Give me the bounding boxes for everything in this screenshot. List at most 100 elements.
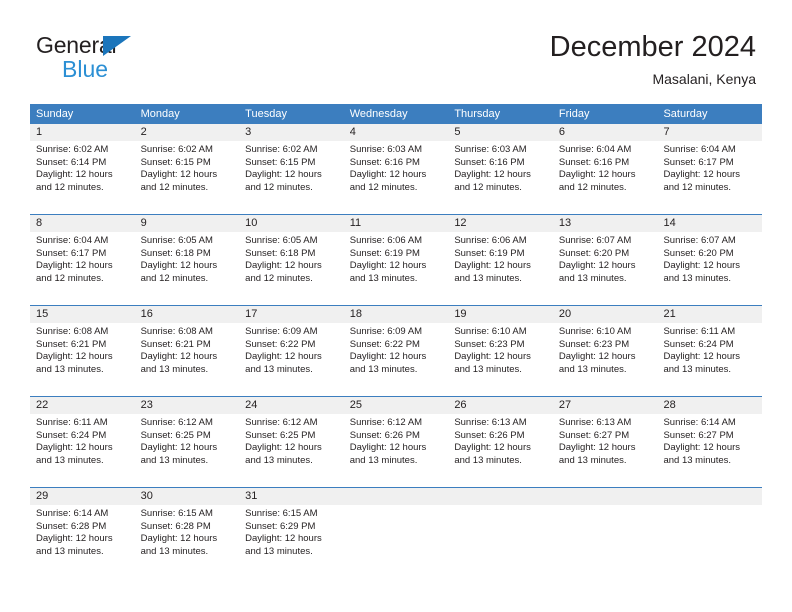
day-number-band: 7 (657, 124, 763, 141)
day-number: 28 (663, 399, 676, 411)
calendar-day-cell-empty (343, 488, 449, 578)
sunrise-text: Sunrise: 6:12 AM (245, 417, 318, 428)
calendar-day-cell[interactable]: 26 Sunrise: 6:13 AM Sunset: 6:26 PM Dayligh… (448, 397, 553, 487)
calendar-day-cell[interactable]: 8 Sunrise: 6:04 AM Sunset: 6:17 PM Daylight… (30, 215, 135, 305)
page-subtitle-location: Masalani, Kenya (652, 71, 756, 87)
sunrise-text: Sunrise: 6:02 AM (36, 144, 109, 155)
calendar-week-row: 15 Sunrise: 6:08 AM Sunset: 6:21 PM Dayligh… (30, 305, 763, 396)
calendar-day-cell[interactable]: 12 Sunrise: 6:06 AM Sunset: 6:19 PM Dayligh… (448, 215, 553, 305)
sunset-text: Sunset: 6:16 PM (454, 156, 525, 168)
daylight-text-line1: Daylight: 12 hours (454, 169, 531, 181)
calendar-day-cell[interactable]: 16 Sunrise: 6:08 AM Sunset: 6:21 PM Dayligh… (134, 306, 240, 396)
calendar-day-cell[interactable]: 10 Sunrise: 6:05 AM Sunset: 6:18 PM Dayligh… (239, 215, 344, 305)
day-sun-info: Sunrise: 6:10 AM Sunset: 6:23 PM Daylight:… (553, 323, 658, 376)
daylight-text-line1: Daylight: 12 hours (245, 260, 322, 272)
daylight-text-line2: and 13 minutes. (245, 363, 313, 375)
sunset-text: Sunset: 6:20 PM (558, 247, 630, 259)
sunrise-text: Sunrise: 6:07 AM (558, 235, 632, 246)
day-sun-info (657, 505, 762, 508)
calendar-day-cell[interactable]: 1 Sunrise: 6:02 AM Sunset: 6:14 PM Daylight… (30, 124, 135, 214)
calendar-day-cell[interactable]: 24 Sunrise: 6:12 AM Sunset: 6:25 PM Dayligh… (239, 397, 344, 487)
calendar-day-cell-empty (448, 488, 553, 578)
calendar-day-cell[interactable]: 2 Sunrise: 6:02 AM Sunset: 6:15 PM Daylight… (134, 124, 240, 214)
calendar-day-cell[interactable]: 17 Sunrise: 6:09 AM Sunset: 6:22 PM Dayligh… (239, 306, 344, 396)
calendar-day-cell[interactable]: 21 Sunrise: 6:11 AM Sunset: 6:24 PM Dayligh… (657, 306, 763, 396)
sunrise-text: Sunrise: 6:10 AM (454, 326, 527, 337)
calendar-day-cell[interactable]: 5 Sunrise: 6:03 AM Sunset: 6:16 PM Daylight… (448, 124, 553, 214)
calendar-day-cell[interactable]: 3 Sunrise: 6:02 AM Sunset: 6:15 PM Daylight… (239, 124, 344, 214)
calendar-weeks: 1 Sunrise: 6:02 AM Sunset: 6:14 PM Daylight… (30, 124, 763, 578)
sunrise-text: Sunrise: 6:03 AM (349, 144, 423, 155)
day-number: 18 (349, 308, 362, 320)
calendar-day-cell[interactable]: 29 Sunrise: 6:14 AM Sunset: 6:28 PM Dayligh… (30, 488, 135, 578)
sunset-text: Sunset: 6:23 PM (454, 338, 525, 350)
weekday-header-wednesday: Wednesday (349, 108, 408, 120)
day-number-band: 20 (552, 306, 658, 323)
calendar-day-cell-empty (552, 488, 658, 578)
calendar-day-cell[interactable]: 18 Sunrise: 6:09 AM Sunset: 6:22 PM Dayligh… (343, 306, 449, 396)
daylight-text-line1: Daylight: 12 hours (454, 260, 531, 272)
calendar-day-cell[interactable]: 6 Sunrise: 6:04 AM Sunset: 6:16 PM Daylight… (552, 124, 658, 214)
day-number-band: 18 (343, 306, 449, 323)
daylight-text-line1: Daylight: 12 hours (140, 169, 218, 181)
calendar-day-cell[interactable]: 11 Sunrise: 6:06 AM Sunset: 6:19 PM Dayligh… (343, 215, 449, 305)
calendar-day-cell[interactable]: 25 Sunrise: 6:12 AM Sunset: 6:26 PM Dayligh… (343, 397, 449, 487)
calendar-day-cell[interactable]: 14 Sunrise: 6:07 AM Sunset: 6:20 PM Dayligh… (657, 215, 763, 305)
day-number-band: 1 (30, 124, 135, 141)
calendar-day-cell[interactable]: 9 Sunrise: 6:05 AM Sunset: 6:18 PM Daylight… (134, 215, 240, 305)
weekday-header-friday: Friday (558, 108, 590, 120)
day-number: 14 (663, 217, 676, 229)
calendar-day-cell[interactable]: 4 Sunrise: 6:03 AM Sunset: 6:16 PM Daylight… (343, 124, 449, 214)
sunset-text: Sunset: 6:24 PM (663, 338, 734, 350)
sunset-text: Sunset: 6:22 PM (349, 338, 420, 350)
sunrise-text: Sunrise: 6:08 AM (36, 326, 109, 337)
day-number: 19 (454, 308, 467, 320)
day-sun-info: Sunrise: 6:14 AM Sunset: 6:28 PM Daylight:… (30, 505, 135, 558)
weekday-header-monday: Monday (140, 108, 180, 120)
day-number-band: 8 (30, 215, 135, 232)
day-sun-info: Sunrise: 6:12 AM Sunset: 6:25 PM Daylight:… (135, 414, 240, 467)
day-number-band: 2 (134, 124, 240, 141)
daylight-text-line1: Daylight: 12 hours (454, 351, 531, 363)
day-number: 6 (558, 126, 566, 138)
day-sun-info: Sunrise: 6:09 AM Sunset: 6:22 PM Daylight:… (344, 323, 449, 376)
day-sun-info: Sunrise: 6:05 AM Sunset: 6:18 PM Daylight:… (135, 232, 240, 285)
calendar-day-cell[interactable]: 20 Sunrise: 6:10 AM Sunset: 6:23 PM Dayligh… (552, 306, 658, 396)
calendar-day-cell[interactable]: 27 Sunrise: 6:13 AM Sunset: 6:27 PM Dayligh… (552, 397, 658, 487)
daylight-text-line2: and 12 minutes. (558, 181, 627, 193)
calendar-day-cell[interactable]: 31 Sunrise: 6:15 AM Sunset: 6:29 PM Dayligh… (239, 488, 344, 578)
weekday-header-row: Sunday Monday Tuesday Wednesday Thursday… (30, 104, 762, 124)
daylight-text-line2: and 13 minutes. (349, 272, 418, 284)
day-number-band: 5 (448, 124, 553, 141)
sunrise-text: Sunrise: 6:02 AM (245, 144, 318, 155)
day-sun-info: Sunrise: 6:13 AM Sunset: 6:26 PM Daylight:… (448, 414, 553, 467)
day-sun-info (448, 505, 553, 508)
day-number-band: 11 (343, 215, 449, 232)
day-number: 26 (454, 399, 467, 411)
sunrise-text: Sunrise: 6:11 AM (663, 326, 736, 337)
daylight-text-line2: and 13 minutes. (36, 545, 104, 557)
sunset-text: Sunset: 6:21 PM (36, 338, 107, 350)
calendar-day-cell[interactable]: 19 Sunrise: 6:10 AM Sunset: 6:23 PM Dayligh… (448, 306, 553, 396)
calendar-day-cell[interactable]: 22 Sunrise: 6:11 AM Sunset: 6:24 PM Dayligh… (30, 397, 135, 487)
daylight-text-line1: Daylight: 12 hours (245, 351, 322, 363)
daylight-text-line2: and 13 minutes. (663, 272, 732, 284)
day-number: 22 (36, 399, 49, 411)
calendar-grid: Sunday Monday Tuesday Wednesday Thursday… (30, 104, 763, 578)
sunrise-text: Sunrise: 6:06 AM (349, 235, 423, 246)
daylight-text-line2: and 13 minutes. (349, 454, 418, 466)
day-sun-info: Sunrise: 6:02 AM Sunset: 6:15 PM Daylight:… (135, 141, 240, 194)
calendar-day-cell[interactable]: 23 Sunrise: 6:12 AM Sunset: 6:25 PM Dayligh… (134, 397, 240, 487)
daylight-text-line2: and 12 minutes. (36, 181, 104, 193)
day-number-band: 29 (30, 488, 135, 505)
daylight-text-line2: and 13 minutes. (349, 363, 418, 375)
day-number-band: 16 (134, 306, 240, 323)
sunset-text: Sunset: 6:20 PM (663, 247, 734, 259)
day-number: 7 (663, 126, 670, 138)
sunset-text: Sunset: 6:19 PM (349, 247, 420, 259)
calendar-day-cell[interactable]: 13 Sunrise: 6:07 AM Sunset: 6:20 PM Dayligh… (552, 215, 658, 305)
calendar-day-cell[interactable]: 7 Sunrise: 6:04 AM Sunset: 6:17 PM Daylight… (657, 124, 763, 214)
calendar-day-cell[interactable]: 28 Sunrise: 6:14 AM Sunset: 6:27 PM Dayligh… (657, 397, 763, 487)
calendar-day-cell[interactable]: 15 Sunrise: 6:08 AM Sunset: 6:21 PM Dayligh… (30, 306, 135, 396)
calendar-day-cell[interactable]: 30 Sunrise: 6:15 AM Sunset: 6:28 PM Dayligh… (134, 488, 240, 578)
